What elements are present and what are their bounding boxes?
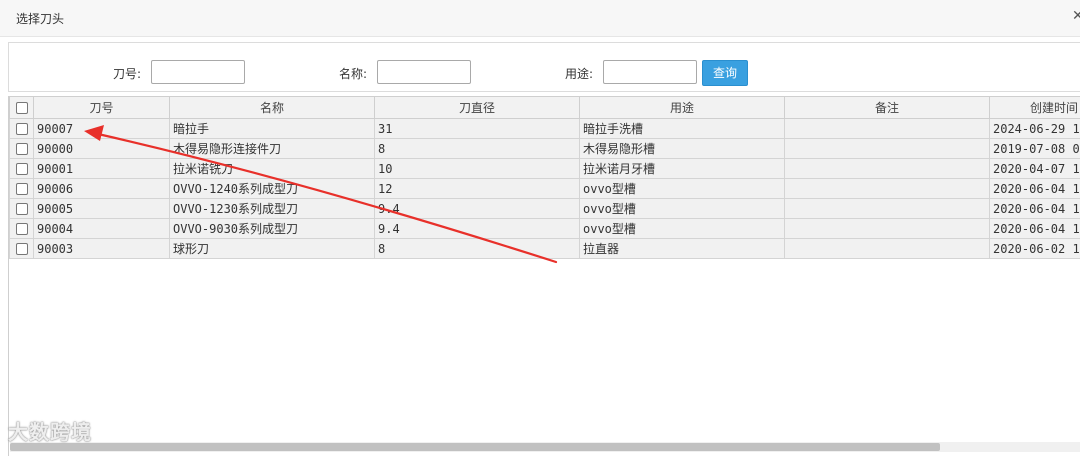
- table-row[interactable]: 90006 OVVO-1240系列成型刀 12 ovvo型槽 2020-06-0…: [10, 179, 1080, 199]
- column-header-name[interactable]: 名称: [170, 97, 375, 119]
- cell-usage: 拉直器: [580, 239, 785, 259]
- query-button[interactable]: 查询: [702, 60, 748, 86]
- cell-code: 90003: [34, 239, 170, 259]
- cell-usage: ovvo型槽: [580, 179, 785, 199]
- name-input[interactable]: [377, 60, 471, 84]
- checkbox-icon: [16, 223, 28, 235]
- cell-note: [785, 179, 990, 199]
- checkbox-icon: [16, 163, 28, 175]
- watermark-logo: 大数跨境: [8, 416, 92, 445]
- row-checkbox[interactable]: [10, 119, 34, 139]
- dialog-title: 选择刀头: [16, 10, 64, 27]
- usage-input[interactable]: [603, 60, 697, 84]
- table-row[interactable]: 90005 OVVO-1230系列成型刀 9.4 ovvo型槽 2020-06-…: [10, 199, 1080, 219]
- row-checkbox[interactable]: [10, 139, 34, 159]
- table-row[interactable]: 90000 木得易隐形连接件刀 8 木得易隐形槽 2019-07-08 0: [10, 139, 1080, 159]
- cell-note: [785, 139, 990, 159]
- code-input[interactable]: [151, 60, 245, 84]
- cell-code: 90004: [34, 219, 170, 239]
- cell-diameter: 8: [375, 239, 580, 259]
- cell-diameter: 8: [375, 139, 580, 159]
- close-icon[interactable]: ✕: [1072, 8, 1080, 24]
- usage-label: 用途:: [565, 65, 593, 82]
- cell-name: 拉米诺铣刀: [170, 159, 375, 179]
- cell-note: [785, 219, 990, 239]
- table-row[interactable]: 90001 拉米诺铣刀 10 拉米诺月牙槽 2020-04-07 1: [10, 159, 1080, 179]
- horizontal-scrollbar[interactable]: [10, 442, 1080, 452]
- cell-diameter: 31: [375, 119, 580, 139]
- table-row[interactable]: 90003 球形刀 8 拉直器 2020-06-02 1: [10, 239, 1080, 259]
- tool-grid: 刀号 名称 刀直径 用途 备注 创建时间 90007 暗拉手 31 暗拉手洗槽 …: [8, 96, 1080, 456]
- cell-usage: 暗拉手洗槽: [580, 119, 785, 139]
- checkbox-icon: [16, 243, 28, 255]
- cell-note: [785, 159, 990, 179]
- column-header-created[interactable]: 创建时间: [990, 97, 1080, 119]
- checkbox-icon: [16, 183, 28, 195]
- checkbox-icon: [16, 102, 28, 114]
- cell-name: 暗拉手: [170, 119, 375, 139]
- search-panel: 刀号: 名称: 用途: 查询: [8, 42, 1080, 92]
- table-row[interactable]: 90004 OVVO-9030系列成型刀 9.4 ovvo型槽 2020-06-…: [10, 219, 1080, 239]
- checkbox-icon: [16, 123, 28, 135]
- name-label: 名称:: [339, 65, 367, 82]
- cell-code: 90005: [34, 199, 170, 219]
- cell-name: OVVO-1240系列成型刀: [170, 179, 375, 199]
- cell-usage: 拉米诺月牙槽: [580, 159, 785, 179]
- checkbox-icon: [16, 203, 28, 215]
- cell-code: 90007: [34, 119, 170, 139]
- tool-table: 刀号 名称 刀直径 用途 备注 创建时间 90007 暗拉手 31 暗拉手洗槽 …: [9, 96, 1080, 259]
- cell-code: 90000: [34, 139, 170, 159]
- table-row[interactable]: 90007 暗拉手 31 暗拉手洗槽 2024-06-29 1: [10, 119, 1080, 139]
- column-header-code[interactable]: 刀号: [34, 97, 170, 119]
- row-checkbox[interactable]: [10, 239, 34, 259]
- cell-diameter: 9.4: [375, 219, 580, 239]
- code-label: 刀号:: [113, 65, 141, 82]
- cell-created: 2020-06-04 1: [990, 179, 1080, 199]
- column-header-diameter[interactable]: 刀直径: [375, 97, 580, 119]
- cell-code: 90006: [34, 179, 170, 199]
- column-header-note[interactable]: 备注: [785, 97, 990, 119]
- cell-diameter: 10: [375, 159, 580, 179]
- row-checkbox[interactable]: [10, 219, 34, 239]
- cell-name: OVVO-1230系列成型刀: [170, 199, 375, 219]
- cell-created: 2020-06-02 1: [990, 239, 1080, 259]
- cell-diameter: 12: [375, 179, 580, 199]
- cell-created: 2020-06-04 1: [990, 199, 1080, 219]
- cell-name: OVVO-9030系列成型刀: [170, 219, 375, 239]
- cell-usage: 木得易隐形槽: [580, 139, 785, 159]
- cell-note: [785, 199, 990, 219]
- cell-usage: ovvo型槽: [580, 199, 785, 219]
- dialog-titlebar: 选择刀头 ✕: [0, 0, 1080, 37]
- cell-created: 2024-06-29 1: [990, 119, 1080, 139]
- checkbox-icon: [16, 143, 28, 155]
- cell-usage: ovvo型槽: [580, 219, 785, 239]
- scrollbar-thumb[interactable]: [10, 443, 940, 451]
- cell-note: [785, 119, 990, 139]
- cell-note: [785, 239, 990, 259]
- cell-created: 2020-06-04 1: [990, 219, 1080, 239]
- row-checkbox[interactable]: [10, 199, 34, 219]
- table-header-row: 刀号 名称 刀直径 用途 备注 创建时间: [10, 97, 1080, 119]
- row-checkbox[interactable]: [10, 159, 34, 179]
- cell-code: 90001: [34, 159, 170, 179]
- column-header-usage[interactable]: 用途: [580, 97, 785, 119]
- row-checkbox[interactable]: [10, 179, 34, 199]
- select-all-checkbox[interactable]: [10, 97, 34, 119]
- cell-name: 球形刀: [170, 239, 375, 259]
- cell-created: 2019-07-08 0: [990, 139, 1080, 159]
- cell-diameter: 9.4: [375, 199, 580, 219]
- cell-created: 2020-04-07 1: [990, 159, 1080, 179]
- cell-name: 木得易隐形连接件刀: [170, 139, 375, 159]
